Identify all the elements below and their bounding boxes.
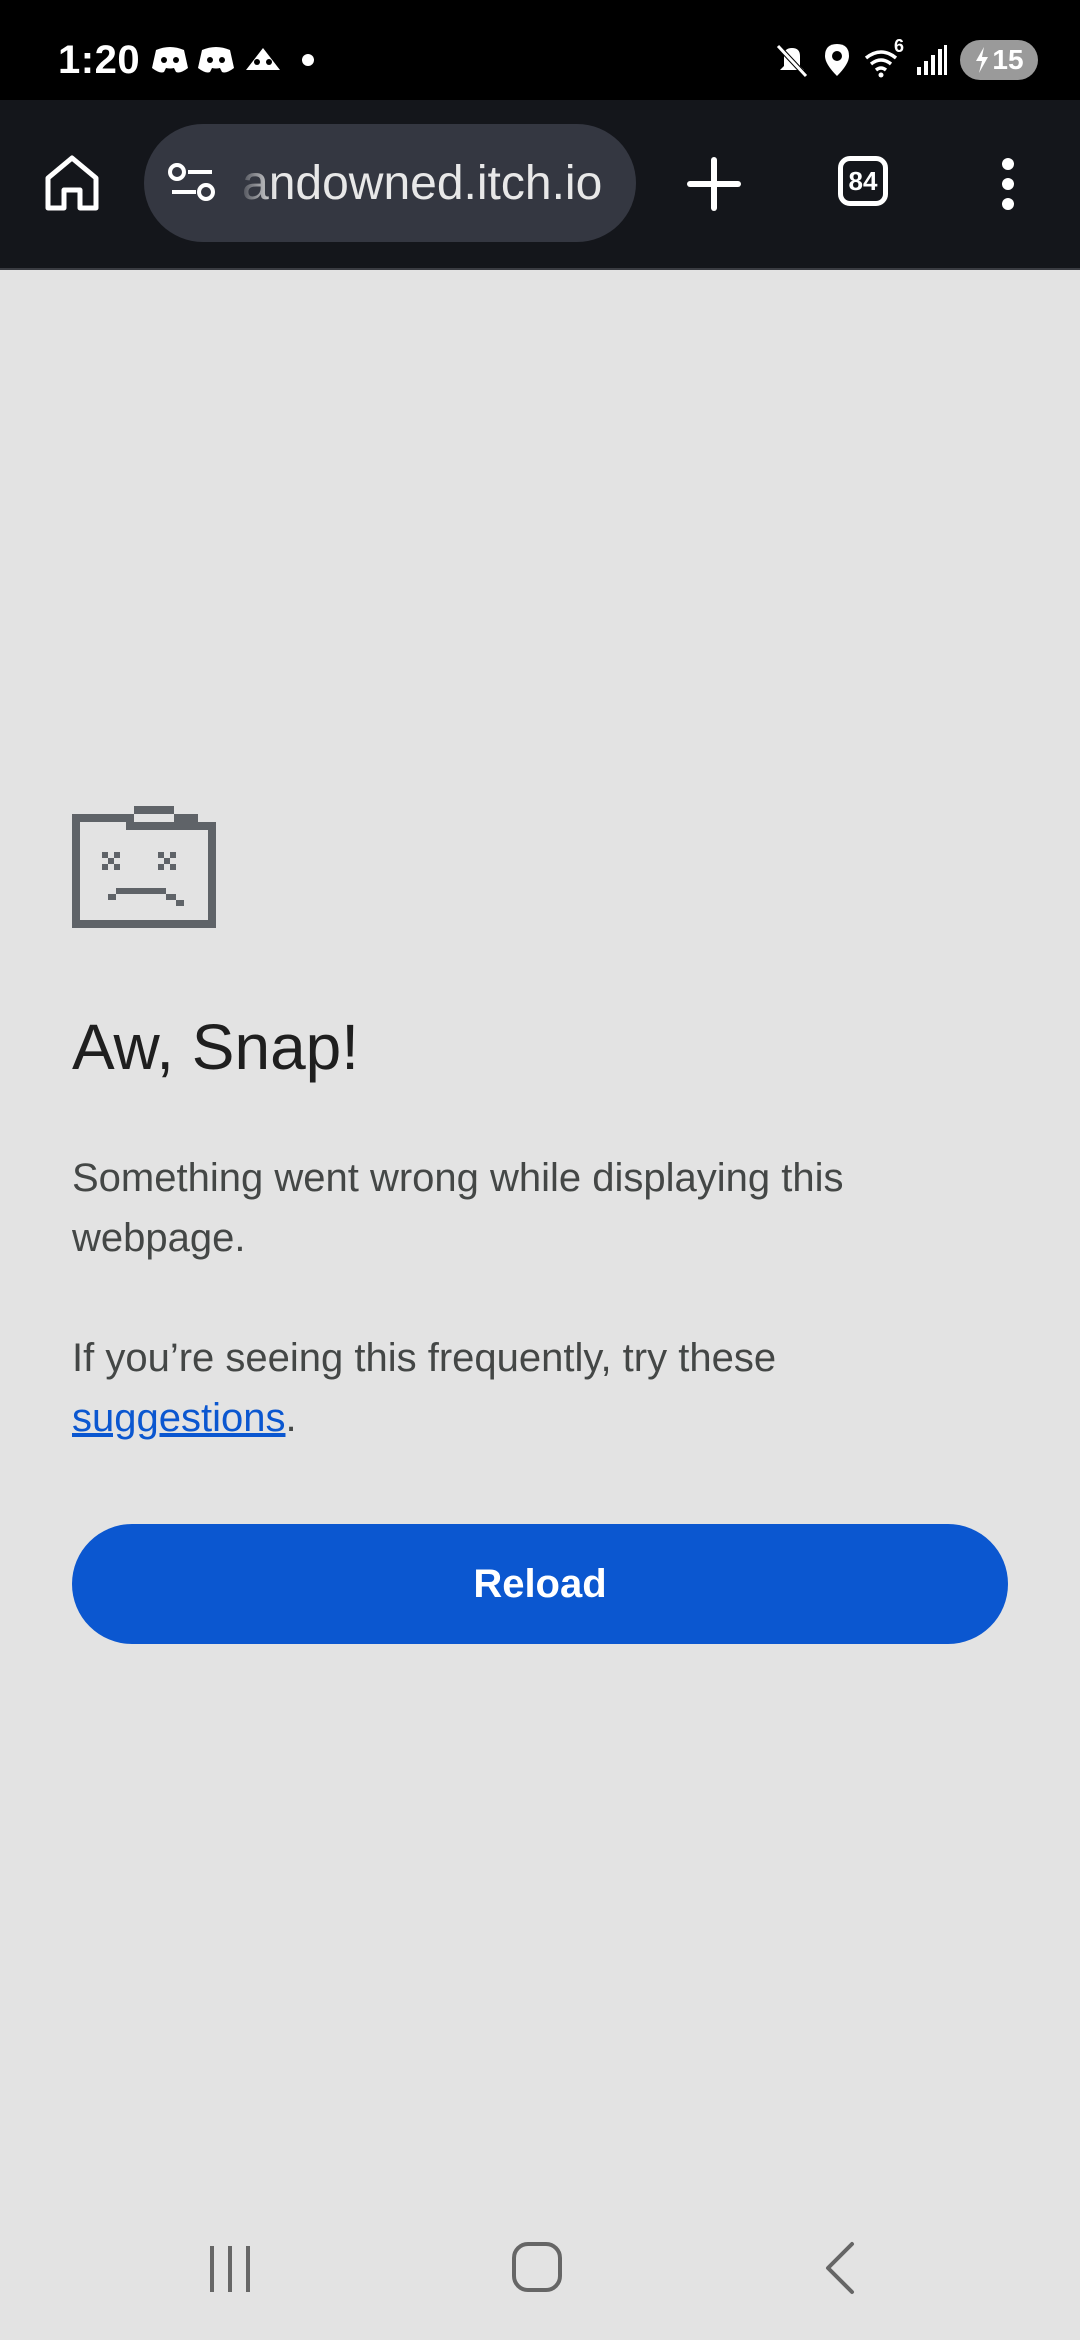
error-title: Aw, Snap! <box>72 1011 360 1083</box>
battery-level: 15 <box>992 44 1024 75</box>
plus-icon <box>687 157 741 211</box>
status-bar: 1:20 6 15 <box>0 0 1080 100</box>
wifi-icon <box>864 50 898 78</box>
discord-icon <box>152 47 188 73</box>
sad-tab-icon <box>72 806 216 928</box>
error-message: Something went wrong while displaying th… <box>72 1156 844 1260</box>
recent-apps-icon[interactable] <box>206 2242 254 2296</box>
home-button[interactable] <box>40 150 104 214</box>
tab-switcher-button[interactable]: 84 <box>838 156 888 206</box>
charging-bolt-icon <box>976 47 989 73</box>
url-fade <box>236 124 276 242</box>
battery-indicator: 15 <box>960 40 1038 80</box>
error-hint: If you’re seeing this frequently, try th… <box>72 1328 1002 1448</box>
tab-count: 84 <box>848 165 878 196</box>
system-nav-bar <box>0 2200 1080 2340</box>
browser-toolbar: andowned.itch.io 84 <box>0 100 1080 270</box>
location-icon <box>825 44 849 76</box>
system-status-icons: 6 15 <box>774 36 1038 80</box>
mute-icon <box>776 44 808 78</box>
notification-icons <box>150 44 320 76</box>
status-time: 1:20 <box>58 38 141 82</box>
url-text[interactable]: andowned.itch.io <box>242 156 602 211</box>
wifi-status: 6 <box>864 36 904 78</box>
more-vert-icon <box>1002 158 1014 210</box>
overflow-menu-button[interactable] <box>990 156 1026 212</box>
hint-suffix: . <box>285 1396 297 1440</box>
page-info-icon[interactable] <box>168 162 218 202</box>
home-icon <box>45 155 99 211</box>
dot-icon <box>302 54 314 66</box>
discord-icon <box>198 47 234 73</box>
reload-label: Reload <box>473 1561 607 1606</box>
game-icon <box>246 48 280 70</box>
nav-back-icon[interactable] <box>820 2240 860 2296</box>
new-tab-button[interactable] <box>686 156 742 212</box>
reload-button[interactable]: Reload <box>72 1524 1008 1644</box>
wifi-badge: 6 <box>894 36 905 56</box>
hint-prefix: If you’re seeing this frequently, try th… <box>72 1336 777 1380</box>
nav-home-icon[interactable] <box>510 2240 564 2294</box>
signal-icon <box>917 45 947 75</box>
suggestions-link[interactable]: suggestions <box>72 1396 285 1440</box>
url-bar[interactable]: andowned.itch.io <box>144 124 636 242</box>
